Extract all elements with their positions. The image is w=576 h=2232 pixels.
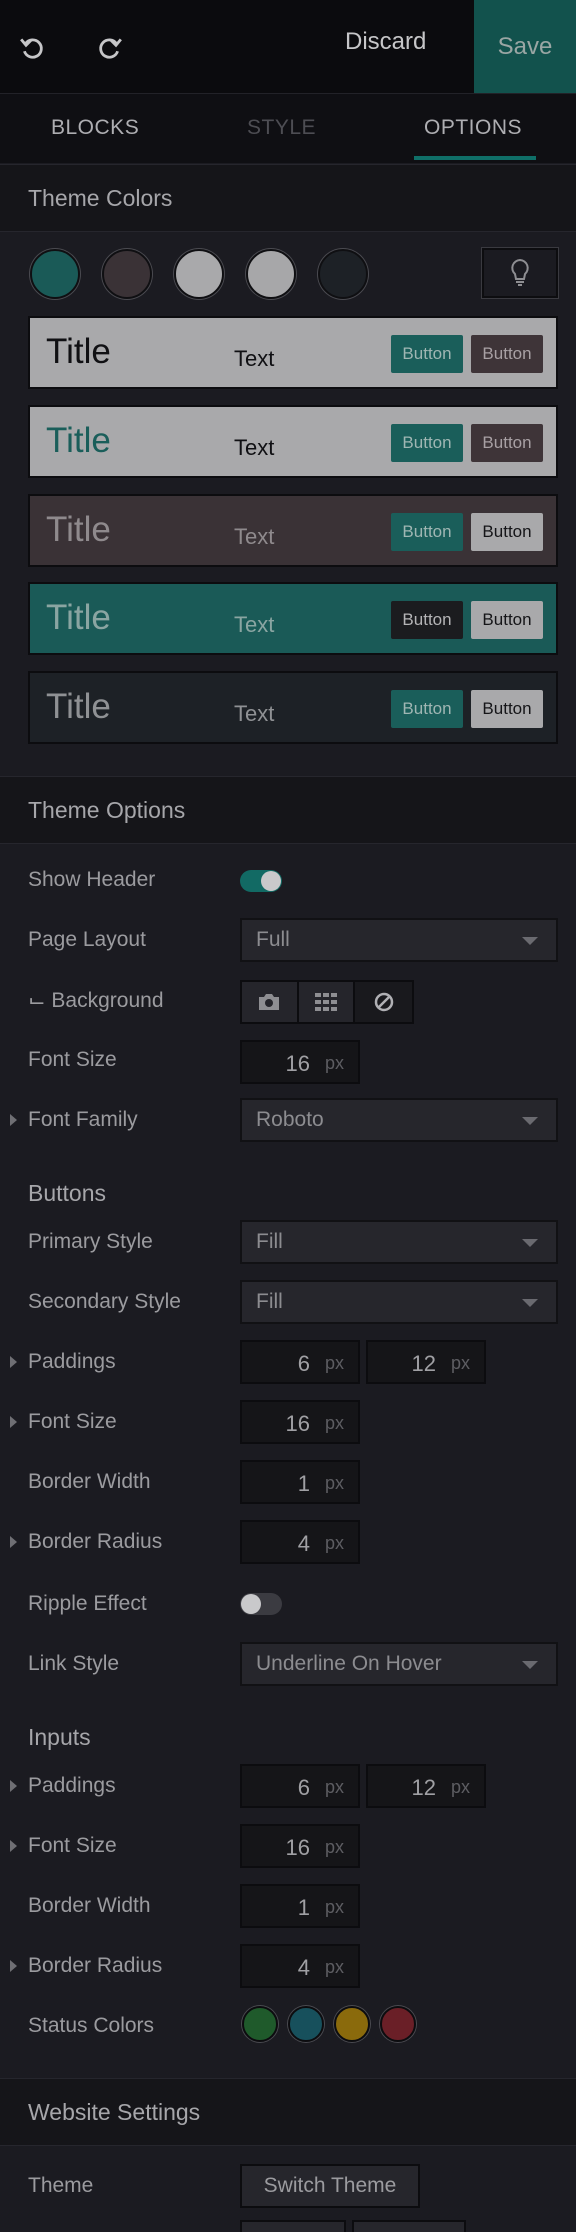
preset-title: Title <box>46 687 111 726</box>
discard-button[interactable]: Discard <box>345 28 426 56</box>
inputs-subheading: Inputs <box>28 1724 91 1750</box>
link-style-label: Link Style <box>28 1652 120 1675</box>
button-font-size-label[interactable]: Font Size <box>10 1410 117 1434</box>
preset-primary-button: Button <box>391 601 463 639</box>
font-family-select[interactable]: Roboto <box>240 1098 558 1142</box>
color-swatch-4[interactable] <box>246 249 296 299</box>
page-layout-label: Page Layout <box>28 928 146 951</box>
font-family-label[interactable]: Font Family <box>10 1108 138 1132</box>
preset-text: Text <box>234 524 275 549</box>
preset-title: Title <box>46 332 111 371</box>
save-button[interactable]: Save <box>474 0 576 93</box>
secondary-style-select[interactable]: Fill <box>240 1280 558 1324</box>
status-color-danger[interactable] <box>380 2006 416 2042</box>
preset-secondary-button: Button <box>471 513 543 551</box>
color-swatch-5[interactable] <box>318 249 368 299</box>
theme-preset-row[interactable]: Title Text Button Button <box>28 316 558 389</box>
show-header-label: Show Header <box>28 868 156 891</box>
link-style-select[interactable]: Underline On Hover <box>240 1642 558 1686</box>
tab-options[interactable]: OPTIONS <box>424 116 522 140</box>
preset-secondary-button: Button <box>471 690 543 728</box>
theme-label: Theme <box>28 2174 94 2197</box>
background-label: ⌙ Background <box>28 989 164 1012</box>
lightbulb-icon <box>511 258 529 286</box>
preset-secondary-button: Button <box>471 424 543 462</box>
button-border-radius-label[interactable]: Border Radius <box>9 1530 162 1554</box>
input-padding-horizontal-input[interactable]: 12 px <box>366 1764 486 1808</box>
active-tab-indicator <box>414 156 536 160</box>
theme-preset-row[interactable]: Title Text Button Button <box>28 582 558 655</box>
status-color-success[interactable] <box>242 2006 278 2042</box>
preset-text: Text <box>234 701 275 726</box>
input-border-width-label: Border Width <box>28 1894 151 1917</box>
redo-icon[interactable] <box>90 28 130 68</box>
status-color-warning[interactable] <box>334 2006 370 2042</box>
input-border-radius-label[interactable]: Border Radius <box>9 1954 162 1978</box>
show-header-toggle[interactable] <box>240 870 282 892</box>
button-border-width-label: Border Width <box>28 1470 151 1493</box>
button-padding-vertical-input[interactable]: 6 px <box>240 1340 360 1384</box>
color-swatch-2[interactable] <box>102 249 152 299</box>
button-padding-horizontal-input[interactable]: 12 px <box>366 1340 486 1384</box>
input-font-size-input[interactable]: 16 px <box>240 1824 360 1868</box>
input-paddings-label[interactable]: Paddings <box>10 1774 116 1798</box>
ripple-effect-toggle[interactable] <box>240 1593 282 1615</box>
color-swatch-1[interactable] <box>30 249 80 299</box>
font-size-input[interactable]: 16 px <box>240 1040 360 1084</box>
preset-primary-button: Button <box>391 690 463 728</box>
section-title: Website Settings <box>28 2099 201 2125</box>
preset-secondary-button: Button <box>471 601 543 639</box>
theme-options-header[interactable]: Theme Options <box>0 776 576 844</box>
preset-primary-button: Button <box>391 424 463 462</box>
page-layout-select[interactable]: Full <box>240 918 558 962</box>
top-bar: Discard Save <box>0 0 576 93</box>
cut-off-control[interactable] <box>352 2220 466 2232</box>
status-colors-label: Status Colors <box>28 2014 155 2037</box>
background-type-group <box>240 980 414 1024</box>
cut-off-control[interactable] <box>240 2220 346 2232</box>
undo-icon[interactable] <box>12 28 52 68</box>
input-font-size-label[interactable]: Font Size <box>10 1834 117 1858</box>
theme-preset-row[interactable]: Title Text Button Button <box>28 405 558 478</box>
preset-secondary-button: Button <box>471 335 543 373</box>
grid-icon[interactable] <box>299 982 356 1022</box>
theme-preset-row[interactable]: Title Text Button Button <box>28 671 558 744</box>
switch-theme-button[interactable]: Switch Theme <box>240 2164 420 2208</box>
lightbulb-button[interactable] <box>482 248 558 298</box>
preset-text: Text <box>234 435 275 460</box>
secondary-style-label: Secondary Style <box>28 1290 181 1313</box>
preset-title: Title <box>46 421 111 460</box>
tab-blocks[interactable]: BLOCKS <box>51 116 139 140</box>
preset-text: Text <box>234 612 275 637</box>
color-swatch-3[interactable] <box>174 249 224 299</box>
theme-preset-row[interactable]: Title Text Button Button <box>28 494 558 567</box>
primary-style-select[interactable]: Fill <box>240 1220 558 1264</box>
status-color-info[interactable] <box>288 2006 324 2042</box>
input-border-width-input[interactable]: 1 px <box>240 1884 360 1928</box>
none-icon[interactable] <box>355 982 412 1022</box>
button-border-radius-input[interactable]: 4 px <box>240 1520 360 1564</box>
camera-icon[interactable] <box>242 982 299 1022</box>
preset-primary-button: Button <box>391 513 463 551</box>
buttons-subheading: Buttons <box>28 1180 106 1206</box>
preset-title: Title <box>46 510 111 549</box>
theme-colors-header[interactable]: Theme Colors <box>0 164 576 232</box>
website-settings-header[interactable]: Website Settings <box>0 2078 576 2146</box>
preset-primary-button: Button <box>391 335 463 373</box>
button-font-size-input[interactable]: 16 px <box>240 1400 360 1444</box>
preset-text: Text <box>234 346 275 371</box>
input-padding-vertical-input[interactable]: 6 px <box>240 1764 360 1808</box>
preset-title: Title <box>46 598 111 637</box>
tab-style[interactable]: STYLE <box>247 116 316 140</box>
ripple-effect-label: Ripple Effect <box>28 1592 147 1615</box>
section-title: Theme Colors <box>28 185 173 211</box>
button-border-width-input[interactable]: 1 px <box>240 1460 360 1504</box>
section-title: Theme Options <box>28 797 186 823</box>
input-border-radius-input[interactable]: 4 px <box>240 1944 360 1988</box>
primary-style-label: Primary Style <box>28 1230 153 1253</box>
font-size-label: Font Size <box>28 1048 117 1071</box>
panel-tabs: BLOCKS STYLE OPTIONS <box>0 93 576 163</box>
button-paddings-label[interactable]: Paddings <box>10 1350 116 1374</box>
